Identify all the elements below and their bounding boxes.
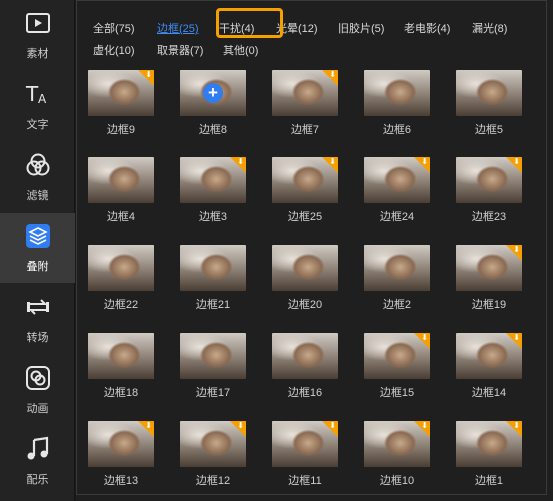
overlay-thumbnail[interactable]	[364, 245, 430, 291]
download-icon: ⬇	[513, 333, 520, 342]
overlay-thumbnail[interactable]: ⬇	[88, 70, 154, 116]
overlay-name: 边框25	[287, 211, 323, 223]
overlay-name: 边框1	[474, 475, 504, 487]
download-icon: ⬇	[237, 421, 244, 430]
sidebar-item-label: 动画	[26, 403, 49, 415]
overlay-thumbnail[interactable]	[180, 333, 246, 379]
download-icon: ⬇	[421, 333, 428, 342]
overlay-thumbnail[interactable]: +	[180, 70, 246, 116]
download-icon: ⬇	[329, 157, 336, 166]
tab-viewfinder[interactable]: 取景器(7)	[157, 42, 203, 58]
overlay-name: 边框22	[103, 299, 139, 311]
overlay-thumbnail[interactable]: ⬇	[456, 245, 522, 291]
overlay-thumbnail[interactable]: ⬇	[272, 70, 338, 116]
sidebar-item-label: 滤镜	[26, 190, 49, 202]
overlay-icon	[24, 222, 52, 250]
sidebar-item-animation[interactable]: 动画	[0, 355, 75, 425]
overlay-name: 边框11	[288, 475, 322, 487]
transition-icon	[24, 293, 52, 321]
overlay-thumbnail[interactable]: ⬇	[456, 333, 522, 379]
overlay-name: 边框14	[471, 387, 507, 399]
filter-icon	[24, 151, 52, 179]
sidebar: 素材 TA 文字 滤镜 叠附 转场 动画 配乐	[0, 0, 75, 501]
animation-icon	[24, 364, 52, 392]
tab-old-movie[interactable]: 老电影(4)	[404, 20, 450, 36]
overlay-name: 边框8	[198, 124, 228, 136]
svg-text:T: T	[25, 82, 39, 106]
overlay-name: 边框4	[106, 211, 136, 223]
download-icon: ⬇	[145, 70, 152, 79]
sidebar-item-filter[interactable]: 滤镜	[0, 142, 75, 212]
overlay-name: 边框3	[198, 211, 228, 223]
overlay-name: 边框10	[379, 475, 415, 487]
download-icon: ⬇	[513, 245, 520, 254]
download-icon: ⬇	[513, 421, 520, 430]
download-icon: ⬇	[421, 157, 428, 166]
sidebar-item-transition[interactable]: 转场	[0, 284, 75, 354]
overlay-name: 边框7	[290, 124, 320, 136]
overlay-thumbnail[interactable]: ⬇	[456, 157, 522, 203]
overlay-name: 边框20	[287, 299, 323, 311]
overlay-name: 边框16	[287, 387, 323, 399]
overlay-library-panel: 全部(75) 边框(25) 干扰(4) 光晕(12) 旧胶片(5) 老电影(4)…	[76, 0, 553, 501]
overlay-name: 边框13	[103, 475, 139, 487]
active-tab-highlight	[216, 8, 283, 38]
overlay-name: 边框9	[106, 124, 136, 136]
overlay-thumbnail[interactable]	[364, 70, 430, 116]
overlay-name: 边框15	[379, 387, 415, 399]
overlay-name: 边框21	[195, 299, 231, 311]
svg-text:A: A	[38, 92, 47, 106]
overlay-name: 边框6	[382, 124, 412, 136]
overlay-thumbnail[interactable]: ⬇	[180, 421, 246, 467]
overlay-name: 边框2	[382, 299, 412, 311]
overlay-thumbnail[interactable]: ⬇	[456, 421, 522, 467]
overlay-thumbnail[interactable]: ⬇	[180, 157, 246, 203]
overlay-name: 边框19	[471, 299, 507, 311]
overlay-thumbnail[interactable]	[272, 245, 338, 291]
overlay-thumbnail[interactable]: ⬇	[272, 421, 338, 467]
overlay-name: 边框24	[379, 211, 415, 223]
sidebar-item-overlay[interactable]: 叠附	[0, 213, 75, 283]
overlay-name: 边框12	[195, 475, 231, 487]
overlay-thumbnail[interactable]: ⬇	[364, 421, 430, 467]
sidebar-item-text[interactable]: TA 文字	[0, 71, 75, 141]
download-icon: ⬇	[421, 421, 428, 430]
sidebar-item-label: 转场	[26, 332, 49, 344]
sidebar-item-label: 叠附	[26, 261, 49, 273]
overlay-thumbnail[interactable]: ⬇	[272, 157, 338, 203]
tab-border[interactable]: 边框(25)	[157, 20, 199, 36]
overlay-name: 边框18	[103, 387, 139, 399]
download-icon: ⬇	[145, 421, 152, 430]
overlay-thumbnail[interactable]	[456, 70, 522, 116]
tab-other[interactable]: 其他(0)	[223, 42, 258, 58]
overlay-thumbnail[interactable]: ⬇	[88, 421, 154, 467]
download-icon: ⬇	[329, 421, 336, 430]
media-icon	[24, 9, 52, 37]
download-icon: ⬇	[329, 70, 336, 79]
text-icon: TA	[24, 80, 52, 108]
overlay-thumbnail[interactable]	[272, 333, 338, 379]
overlay-thumbnail[interactable]: ⬇	[364, 157, 430, 203]
download-icon: ⬇	[513, 157, 520, 166]
overlay-name: 边框5	[474, 124, 504, 136]
tab-blur[interactable]: 虚化(10)	[93, 42, 135, 58]
sidebar-item-label: 文字	[26, 119, 49, 131]
overlay-thumbnail[interactable]	[88, 333, 154, 379]
sidebar-item-music[interactable]: 配乐	[0, 426, 75, 496]
tab-all[interactable]: 全部(75)	[93, 20, 135, 36]
add-icon[interactable]: +	[203, 83, 223, 103]
tab-light-leak[interactable]: 漏光(8)	[472, 20, 507, 36]
overlay-thumbnail[interactable]	[180, 245, 246, 291]
sidebar-item-media[interactable]: 素材	[0, 0, 75, 70]
overlay-name: 边框17	[195, 387, 231, 399]
tab-old-film[interactable]: 旧胶片(5)	[338, 20, 384, 36]
music-icon	[24, 435, 52, 463]
overlay-thumbnail[interactable]	[88, 245, 154, 291]
sidebar-item-label: 配乐	[26, 474, 49, 486]
download-icon: ⬇	[237, 157, 244, 166]
overlay-thumbnail[interactable]: ⬇	[364, 333, 430, 379]
overlay-name: 边框23	[471, 211, 507, 223]
sidebar-item-label: 素材	[26, 48, 49, 60]
overlay-thumbnail[interactable]	[88, 157, 154, 203]
